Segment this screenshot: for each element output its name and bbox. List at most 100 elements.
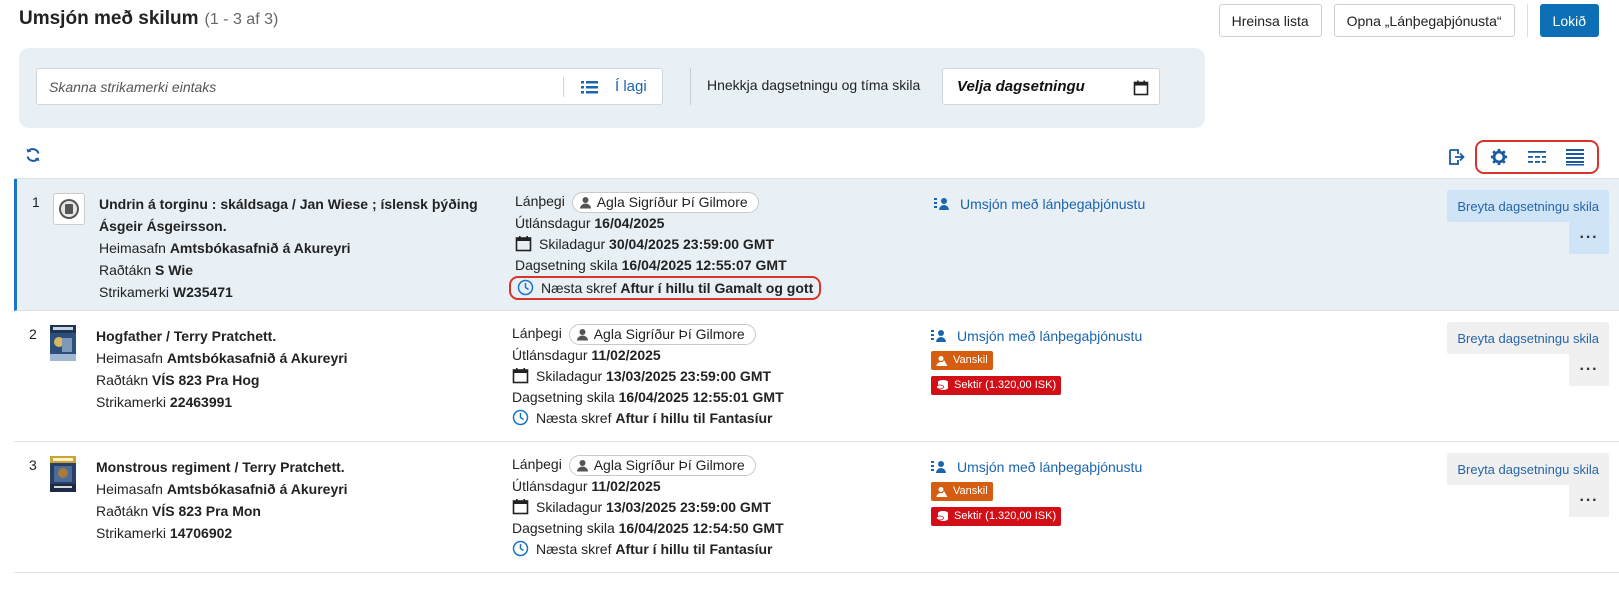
return-date-line: Dagsetning skila 16/04/2025 12:54:50 GMT	[512, 518, 892, 539]
barcode-label: Strikamerki	[96, 394, 167, 410]
patron-services-link[interactable]: Umsjón með lánþegaþjónustu	[934, 193, 1264, 215]
patron-services-label: Umsjón með lánþegaþjónustu	[957, 328, 1143, 344]
late-badge-wrap: Vanskil	[931, 478, 1261, 503]
loan-date-label: Útlánsdagur	[515, 214, 591, 231]
due-date: 13/03/2025 23:59:00 GMT	[606, 498, 772, 515]
scan-panel: Skanna strikamerki eintaks Í lagi Hnekkj…	[19, 48, 1205, 128]
list-item[interactable]: 1 Undrin á torginu : skáldsaga / Jan Wie…	[14, 179, 1619, 311]
fine-badge: Sektir (1.320,00 ISK)	[931, 375, 1062, 395]
fine-badge-label: Sektir (1.320,00 ISK)	[954, 509, 1057, 522]
home-library-line: Heimasafn Amtsbókasafnið á Akureyri	[96, 478, 486, 500]
call-number: VÍS 823 Pra Hog	[152, 372, 260, 388]
list-compact-icon[interactable]	[1527, 148, 1547, 166]
gear-icon[interactable]	[1489, 148, 1509, 166]
call-number-label: Raðtákn	[96, 503, 149, 519]
home-library: Amtsbókasafnið á Akureyri	[169, 240, 351, 256]
item-title[interactable]: Hogfather / Terry Pratchett.	[96, 325, 486, 347]
loan-date-label: Útlánsdagur	[512, 346, 588, 363]
due-date-label: Skiladagur	[536, 498, 603, 515]
panel-divider	[690, 68, 691, 105]
loan-date: 11/02/2025	[591, 477, 661, 494]
list-icon[interactable]	[580, 78, 600, 96]
row-actions: Breyta dagsetningu skila ···	[1429, 190, 1609, 254]
warning-person-icon	[936, 486, 948, 497]
item-title[interactable]: Undrin á torginu : skáldsaga / Jan Wiese…	[99, 193, 489, 237]
patron-services-label: Umsjón með lánþegaþjónustu	[960, 196, 1146, 212]
more-actions-button[interactable]: ···	[1569, 485, 1609, 517]
item-title[interactable]: Monstrous regiment / Terry Pratchett.	[96, 456, 486, 478]
late-badge-wrap: Vanskil	[931, 347, 1261, 372]
open-patron-services-button[interactable]: Opna „Lánþegaþjónusta“	[1333, 4, 1515, 37]
export-icon[interactable]	[1447, 148, 1465, 166]
patron-name: Agla Sigríður Þí Gilmore	[593, 325, 745, 342]
ok-button[interactable]: Í lagi	[615, 78, 647, 95]
late-badge-label: Vanskil	[953, 354, 988, 366]
next-step-highlight: Næsta skref Aftur í hillu til Gamalt og …	[509, 275, 822, 300]
return-date-label: Dagsetning skila	[515, 256, 618, 273]
due-date-line: Skiladagur 13/03/2025 23:59:00 GMT	[512, 366, 892, 387]
late-badge: Vanskil	[931, 351, 993, 370]
barcode-line: Strikamerki 14706902	[96, 522, 486, 544]
late-badge-label: Vanskil	[953, 485, 988, 497]
list-full-icon[interactable]	[1565, 148, 1585, 166]
loan-details: Lánþegi Agla Sigríður Þí Gilmore Útlánsd…	[512, 454, 892, 560]
refresh-icon[interactable]	[25, 147, 41, 163]
patron-services-icon	[934, 198, 949, 210]
patron-pill[interactable]: Agla Sigríður Þí Gilmore	[571, 191, 759, 213]
patron-services-link[interactable]: Umsjón með lánþegaþjónustu	[931, 456, 1261, 478]
page-title: Umsjón með skilum	[19, 8, 199, 29]
more-actions-button[interactable]: ···	[1569, 222, 1609, 254]
barcode: W235471	[172, 284, 233, 300]
row-number: 1	[32, 194, 40, 210]
return-date-picker[interactable]: Velja dagsetningu	[942, 68, 1160, 105]
item-details: Monstrous regiment / Terry Pratchett. He…	[96, 456, 486, 544]
clear-list-button[interactable]: Hreinsa lista	[1218, 4, 1322, 37]
call-number-line: Raðtákn VÍS 823 Pra Mon	[96, 500, 486, 522]
clock-icon	[512, 540, 529, 557]
fine-badge-wrap: Sektir (1.320,00 ISK)	[931, 503, 1261, 528]
book-cover-thumbnail	[50, 456, 76, 492]
patron-services-link[interactable]: Umsjón með lánþegaþjónustu	[931, 325, 1261, 347]
done-button[interactable]: Lokið	[1539, 4, 1599, 37]
calendar-icon[interactable]	[1133, 80, 1149, 96]
change-return-date-button[interactable]: Breyta dagsetningu skila	[1447, 322, 1609, 354]
patron-pill[interactable]: Agla Sigríður Þí Gilmore	[568, 454, 756, 476]
list-item[interactable]: 3 Monstrous regiment / Terry Pratchett. …	[14, 442, 1619, 573]
list-item[interactable]: 2 Hogfather / Terry Pratchett. Heimasafn…	[14, 311, 1619, 442]
coins-icon	[936, 380, 948, 390]
loan-date-line: Útlánsdagur 16/04/2025	[515, 213, 895, 234]
loan-date: 11/02/2025	[591, 346, 661, 363]
row-actions: Breyta dagsetningu skila ···	[1429, 322, 1609, 386]
patron-services: Umsjón með lánþegaþjónustu Vanskil Sekti…	[931, 325, 1261, 396]
return-date-label: Dagsetning skila	[512, 519, 615, 536]
calendar-icon	[512, 367, 529, 384]
patron-services-icon	[931, 461, 946, 473]
due-date: 30/04/2025 23:59:00 GMT	[609, 235, 775, 252]
date-placeholder: Velja dagsetningu	[957, 78, 1085, 95]
call-number-label: Raðtákn	[96, 372, 149, 388]
late-badge: Vanskil	[931, 482, 993, 501]
patron-line: Lánþegi Agla Sigríður Þí Gilmore	[512, 454, 892, 476]
patron-services-icon	[931, 330, 946, 342]
call-number: S Wie	[155, 262, 194, 278]
item-details: Hogfather / Terry Pratchett. Heimasafn A…	[96, 325, 486, 413]
due-date-line: Skiladagur 30/04/2025 23:59:00 GMT	[515, 234, 895, 255]
patron-services: Umsjón með lánþegaþjónustu	[934, 193, 1264, 215]
item-details: Undrin á torginu : skáldsaga / Jan Wiese…	[99, 193, 489, 303]
patron-label: Lánþegi	[512, 456, 562, 472]
change-return-date-button[interactable]: Breyta dagsetningu skila	[1447, 453, 1609, 485]
loan-date: 16/04/2025	[594, 214, 665, 231]
patron-line: Lánþegi Agla Sigríður Þí Gilmore	[515, 191, 895, 213]
fine-badge-wrap: Sektir (1.320,00 ISK)	[931, 372, 1261, 397]
result-count: (1 - 3 af 3)	[204, 11, 279, 28]
book-icon	[59, 199, 79, 219]
barcode-scan-input[interactable]: Skanna strikamerki eintaks Í lagi	[36, 68, 663, 105]
change-return-date-button[interactable]: Breyta dagsetningu skila	[1447, 190, 1609, 222]
barcode-label: Strikamerki	[99, 284, 170, 300]
return-date-label: Dagsetning skila	[512, 388, 615, 405]
patron-pill[interactable]: Agla Sigríður Þí Gilmore	[568, 323, 756, 345]
user-icon	[576, 328, 588, 341]
return-date: 16/04/2025 12:55:01 GMT	[618, 388, 784, 405]
patron-line: Lánþegi Agla Sigríður Þí Gilmore	[512, 323, 892, 345]
more-actions-button[interactable]: ···	[1569, 354, 1609, 386]
